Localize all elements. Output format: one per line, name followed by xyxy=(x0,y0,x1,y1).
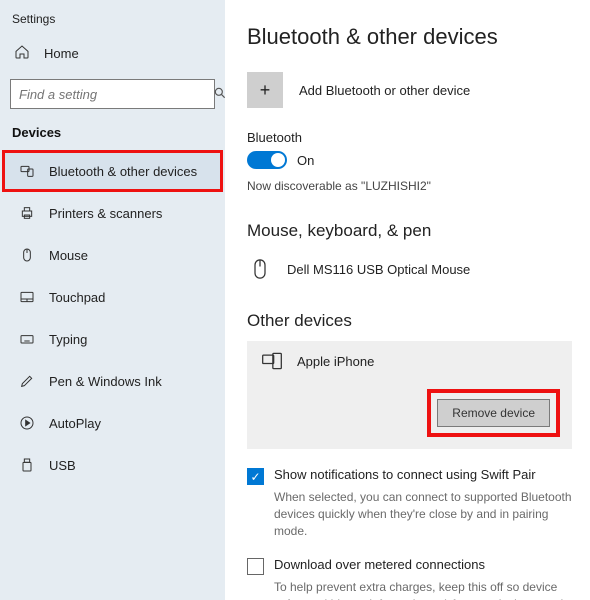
main-panel: Bluetooth & other devices + Add Bluetoot… xyxy=(225,0,590,600)
pen-icon xyxy=(19,373,35,389)
sidebar-item-autoplay[interactable]: AutoPlay xyxy=(2,402,223,444)
sidebar-item-label: Typing xyxy=(49,332,87,347)
phone-icon xyxy=(259,351,285,371)
sidebar-item-bluetooth[interactable]: Bluetooth & other devices xyxy=(2,150,223,192)
mkp-heading: Mouse, keyboard, & pen xyxy=(247,221,572,241)
sidebar-item-typing[interactable]: Typing xyxy=(2,318,223,360)
sidebar-item-label: Pen & Windows Ink xyxy=(49,374,162,389)
device-card-iphone[interactable]: Apple iPhone Remove device xyxy=(247,341,572,449)
sidebar-section-label: Devices xyxy=(0,119,225,150)
device-name: Dell MS116 USB Optical Mouse xyxy=(287,262,470,277)
sidebar-item-printers[interactable]: Printers & scanners xyxy=(2,192,223,234)
sidebar-item-label: Touchpad xyxy=(49,290,105,305)
bluetooth-state: On xyxy=(297,153,314,168)
app-title: Settings xyxy=(0,8,225,34)
checkbox-unchecked-icon xyxy=(247,558,264,575)
bluetooth-label: Bluetooth xyxy=(247,130,572,145)
add-device-label: Add Bluetooth or other device xyxy=(299,83,470,98)
keyboard-icon xyxy=(19,331,35,347)
other-heading: Other devices xyxy=(247,311,572,331)
bluetooth-devices-icon xyxy=(19,163,35,179)
swift-pair-checkbox-row[interactable]: ✓ Show notifications to connect using Sw… xyxy=(247,467,572,485)
sidebar-item-label: AutoPlay xyxy=(49,416,101,431)
sidebar-item-label: Printers & scanners xyxy=(49,206,162,221)
touchpad-icon xyxy=(19,289,35,305)
sidebar-item-usb[interactable]: USB xyxy=(2,444,223,486)
remove-device-button[interactable]: Remove device xyxy=(437,399,550,427)
usb-icon xyxy=(19,457,35,473)
sidebar-item-label: Mouse xyxy=(49,248,88,263)
search-input[interactable] xyxy=(11,87,205,102)
mouse-icon xyxy=(19,247,35,263)
sidebar-item-mouse[interactable]: Mouse xyxy=(2,234,223,276)
device-row-mouse[interactable]: Dell MS116 USB Optical Mouse xyxy=(247,251,572,287)
sidebar: Settings Home Devices Bluetooth & other … xyxy=(0,0,225,600)
checkbox-checked-icon: ✓ xyxy=(247,468,264,485)
swift-pair-description: When selected, you can connect to suppor… xyxy=(274,489,572,539)
sidebar-item-label: Bluetooth & other devices xyxy=(49,164,197,179)
bluetooth-toggle[interactable] xyxy=(247,151,287,169)
device-name: Apple iPhone xyxy=(297,354,374,369)
plus-icon: + xyxy=(247,72,283,108)
metered-checkbox-row[interactable]: Download over metered connections xyxy=(247,557,572,575)
search-box[interactable] xyxy=(10,79,215,109)
sidebar-item-touchpad[interactable]: Touchpad xyxy=(2,276,223,318)
metered-description: To help prevent extra charges, keep this… xyxy=(274,579,572,600)
swift-pair-label: Show notifications to connect using Swif… xyxy=(274,467,536,482)
home-label: Home xyxy=(44,46,79,61)
home-nav[interactable]: Home xyxy=(0,34,225,73)
remove-highlight: Remove device xyxy=(427,389,560,437)
sidebar-item-label: USB xyxy=(49,458,76,473)
printer-icon xyxy=(19,205,35,221)
autoplay-icon xyxy=(19,415,35,431)
discoverable-text: Now discoverable as "LUZHISHI2" xyxy=(247,179,572,193)
metered-label: Download over metered connections xyxy=(274,557,485,572)
page-title: Bluetooth & other devices xyxy=(247,24,572,50)
mouse-device-icon xyxy=(247,257,273,281)
home-icon xyxy=(14,44,30,63)
sidebar-item-pen[interactable]: Pen & Windows Ink xyxy=(2,360,223,402)
add-device-button[interactable]: + Add Bluetooth or other device xyxy=(247,72,572,108)
